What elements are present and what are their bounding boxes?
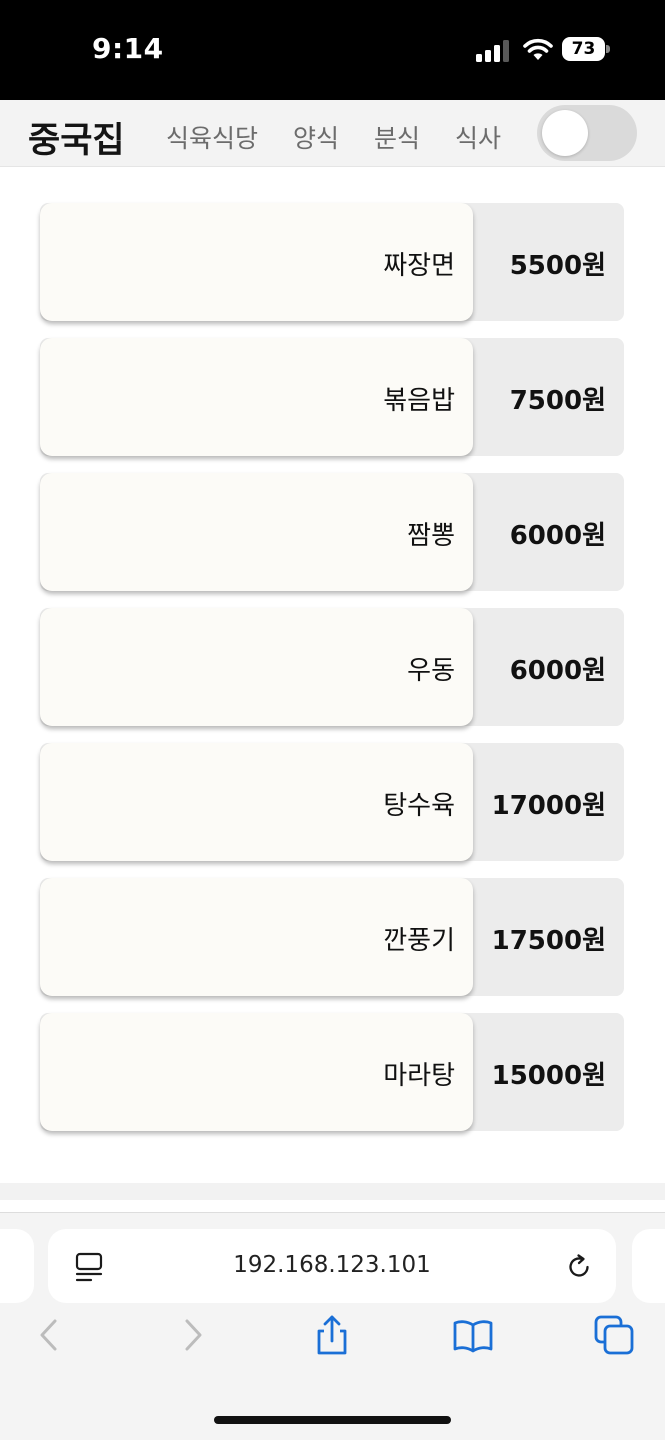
page-title[interactable]: 중국집 <box>28 112 125 163</box>
menu-item[interactable]: 탕수육 17000원 <box>40 743 624 861</box>
toggle-knob <box>542 110 588 156</box>
url-text: 192.168.123.101 <box>233 1252 431 1278</box>
menu-name: 마라탕 <box>383 1061 455 1091</box>
menu-price: 15000원 <box>491 1061 606 1091</box>
tabs-icon[interactable] <box>593 1314 635 1356</box>
menu-name: 우동 <box>407 656 455 686</box>
theme-toggle[interactable] <box>537 105 637 161</box>
nav-link-2[interactable]: 양식 <box>293 119 339 155</box>
menu-item[interactable]: 우동 6000원 <box>40 608 624 726</box>
bookmarks-icon[interactable] <box>452 1314 494 1356</box>
page-footer-strip <box>0 1183 665 1200</box>
menu-name-card[interactable]: 깐풍기 <box>40 878 473 996</box>
home-indicator <box>214 1416 451 1424</box>
menu-item[interactable]: 깐풍기 17500원 <box>40 878 624 996</box>
cellular-signal-icon <box>476 40 510 62</box>
battery-level: 73 <box>562 37 605 61</box>
menu-name: 짜장면 <box>383 251 455 281</box>
top-nav: 중국집 식육식당 양식 분식 식사 <box>0 100 665 167</box>
nav-link-3[interactable]: 분식 <box>374 119 420 155</box>
menu-price: 6000원 <box>509 656 606 686</box>
back-icon[interactable] <box>28 1314 70 1356</box>
menu-name-card[interactable]: 볶음밥 <box>40 338 473 456</box>
nav-link-4[interactable]: 식사 <box>455 119 501 155</box>
menu-name: 깐풍기 <box>383 926 455 956</box>
menu-name-card[interactable]: 짜장면 <box>40 203 473 321</box>
menu-name-card[interactable]: 짬뽕 <box>40 473 473 591</box>
menu-name-card[interactable]: 우동 <box>40 608 473 726</box>
menu-item[interactable]: 볶음밥 7500원 <box>40 338 624 456</box>
previous-tab-preview[interactable] <box>0 1229 34 1303</box>
menu-price: 7500원 <box>509 386 606 416</box>
battery-icon: 73 <box>562 37 610 61</box>
menu-item[interactable]: 마라탕 15000원 <box>40 1013 624 1131</box>
nav-link-1[interactable]: 식육식당 <box>166 119 258 155</box>
menu-price: 17500원 <box>491 926 606 956</box>
status-time: 9:14 <box>92 32 164 65</box>
menu-price: 17000원 <box>491 791 606 821</box>
menu-item[interactable]: 짜장면 5500원 <box>40 203 624 321</box>
menu-price: 6000원 <box>509 521 606 551</box>
menu-list: 짜장면 5500원 볶음밥 7500원 짬뽕 6000원 우동 6000원 탕수… <box>40 203 624 1148</box>
share-icon[interactable] <box>311 1314 353 1356</box>
menu-name: 볶음밥 <box>383 386 455 416</box>
menu-item[interactable]: 짬뽕 6000원 <box>40 473 624 591</box>
forward-icon[interactable] <box>172 1314 214 1356</box>
next-tab-preview[interactable] <box>632 1229 665 1303</box>
menu-name: 탕수육 <box>383 791 455 821</box>
menu-name: 짬뽕 <box>407 521 455 551</box>
wifi-icon <box>523 38 553 60</box>
address-bar[interactable]: 192.168.123.101 <box>48 1229 616 1303</box>
menu-name-card[interactable]: 마라탕 <box>40 1013 473 1131</box>
menu-name-card[interactable]: 탕수육 <box>40 743 473 861</box>
menu-price: 5500원 <box>509 251 606 281</box>
status-bar: 9:14 73 <box>0 0 665 100</box>
browser-toolbar: 192.168.123.101 <box>0 1212 665 1440</box>
reload-icon[interactable] <box>565 1253 593 1281</box>
